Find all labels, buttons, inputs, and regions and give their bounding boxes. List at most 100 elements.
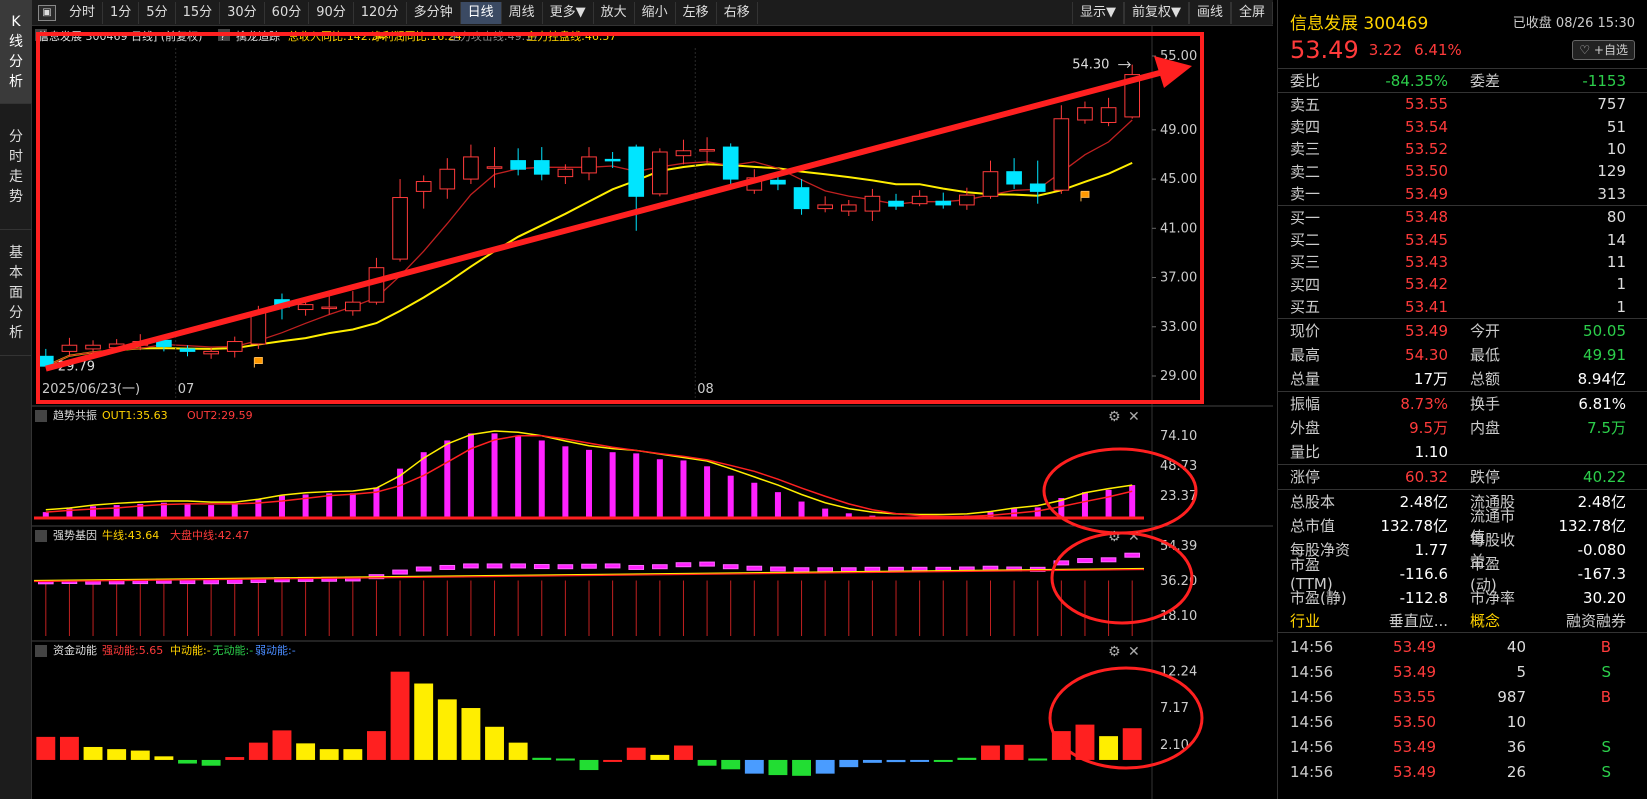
candle [911,190,928,207]
stat-value: 40.22 [1583,467,1626,486]
gene-block [793,567,810,573]
tick-volume: 36 [1506,738,1526,757]
ask-row[interactable]: 卖二 53.50 129 [1278,160,1647,182]
candle-body [415,181,432,192]
stat-value: 30.20 [1583,588,1626,607]
candle [675,139,692,165]
bid-row[interactable]: 买五 53.41 1 [1278,296,1647,318]
period-button[interactable]: 日线 [460,1,502,24]
stat-label: 跌停 [1470,468,1501,487]
candle [439,158,456,199]
tick-direction: S [1601,663,1611,682]
candle [510,148,526,176]
trend-bar [184,503,191,518]
gear-icon[interactable]: ⚙ [1108,529,1121,545]
period-button[interactable]: 缩小 [635,1,676,24]
gear-icon[interactable]: ⚙ [1108,644,1121,660]
fund-bar [1099,736,1119,760]
tick-direction: B [1600,638,1611,657]
period-button[interactable]: 5分 [139,1,176,24]
price-tick-label: 33.00 [1160,320,1197,335]
toolbar-right-button[interactable]: 画线 [1188,1,1231,24]
tab-intraday[interactable]: 分时走势 [0,104,32,230]
period-button[interactable]: 更多▼ [543,1,594,24]
period-button[interactable]: 60分 [265,1,310,24]
level-volume: 51 [1606,117,1626,136]
tick-volume: 10 [1506,713,1526,732]
gene-block [770,566,786,572]
panel-value: 无动能:- [213,643,254,657]
stat-label: 总量 [1290,370,1321,389]
tick-direction: S [1601,763,1611,782]
candle [226,336,243,358]
price-change-pct: 6.41% [1414,41,1462,59]
candle [179,345,196,357]
toolbar-right-button[interactable]: 前复权▼ [1123,1,1189,24]
close-icon[interactable]: ✕ [1128,529,1140,545]
period-button[interactable]: 120分 [354,1,407,24]
margin-link[interactable]: 融资融券 [1526,610,1626,631]
chart-canvas[interactable]: 55.0049.0045.0041.0037.0033.0029.0054.30… [32,26,1273,799]
bid-row[interactable]: 买一 53.48 80 [1278,206,1647,228]
industry-value[interactable]: 垂直应... [1358,610,1448,631]
period-button[interactable]: 多分钟 [407,1,461,24]
ask-row[interactable]: 卖一 53.49 313 [1278,183,1647,205]
period-button[interactable]: 周线 [502,1,543,24]
toolbar-right-button[interactable]: 显示▼ [1071,1,1124,24]
fund-bar [603,759,623,762]
tab-fundamental[interactable]: 基本面分析 [0,230,32,356]
industry-label[interactable]: 行业 [1290,610,1358,631]
tick-price: 53.49 [1393,763,1436,782]
bid-row[interactable]: 买二 53.45 14 [1278,228,1647,250]
toolbar-right-button[interactable]: 全屏 [1230,1,1273,24]
candle [321,296,338,315]
candle-body [699,149,715,152]
period-button[interactable]: 分时 [62,1,104,24]
panel-value: 弱动能:- [255,643,296,657]
level-label: 买三 [1290,253,1321,272]
gene-block [628,564,645,570]
quote-panel: 信息发展 300469 已收盘 08/26 15:30 53.49 3.22 6… [1277,0,1647,799]
candle-body [982,171,999,197]
period-button[interactable]: 左移 [676,1,717,24]
period-button[interactable]: 放大 [594,1,635,24]
ask-row[interactable]: 卖四 53.54 51 [1278,115,1647,137]
ask-row[interactable]: 卖三 53.52 10 [1278,138,1647,160]
trend-bar [704,466,711,518]
close-icon[interactable]: ✕ [1128,644,1140,660]
candle [722,143,739,186]
bid-row[interactable]: 买四 53.42 1 [1278,273,1647,295]
period-button[interactable]: 15分 [176,1,221,24]
stat-value: -112.8 [1399,588,1448,607]
ask-row[interactable]: 卖五 53.55 757 [1278,93,1647,115]
candle-body [770,179,786,185]
level-label: 买四 [1290,275,1321,294]
candle-body [533,160,550,175]
candle-body [888,200,904,207]
period-button[interactable]: 90分 [309,1,354,24]
period-button[interactable]: 右移 [717,1,758,24]
period-button[interactable]: 1分 [103,1,140,24]
fund-bar [697,759,717,766]
fund-bar [839,759,859,768]
tick-time: 14:56 [1290,663,1334,682]
concept-link[interactable]: 概念 [1448,610,1526,631]
trend-bar [562,446,569,518]
stat-value: 8.94亿 [1577,370,1626,389]
gene-block [1124,552,1141,558]
left-tabs: K线分析 分时走势 基本面分析 [0,0,32,799]
panel-value: OUT2:29.59 [187,409,253,422]
gear-icon[interactable]: ⚙ [1108,409,1121,425]
add-watchlist-button[interactable]: ♡ +自选 [1572,40,1635,60]
layout-toggle-icon[interactable]: ▣ [38,4,56,21]
tab-k-line[interactable]: K线分析 [0,0,32,104]
trend-bar [798,501,805,518]
level-volume: 1 [1616,275,1626,294]
flag-icon [1080,190,1090,202]
stat-label: 内盘 [1470,419,1501,438]
bid-row[interactable]: 买三 53.43 11 [1278,251,1647,273]
period-button[interactable]: 30分 [220,1,265,24]
trend-bar [1081,492,1088,518]
close-icon[interactable]: ✕ [1128,409,1140,425]
tick-direction: B [1600,688,1611,707]
